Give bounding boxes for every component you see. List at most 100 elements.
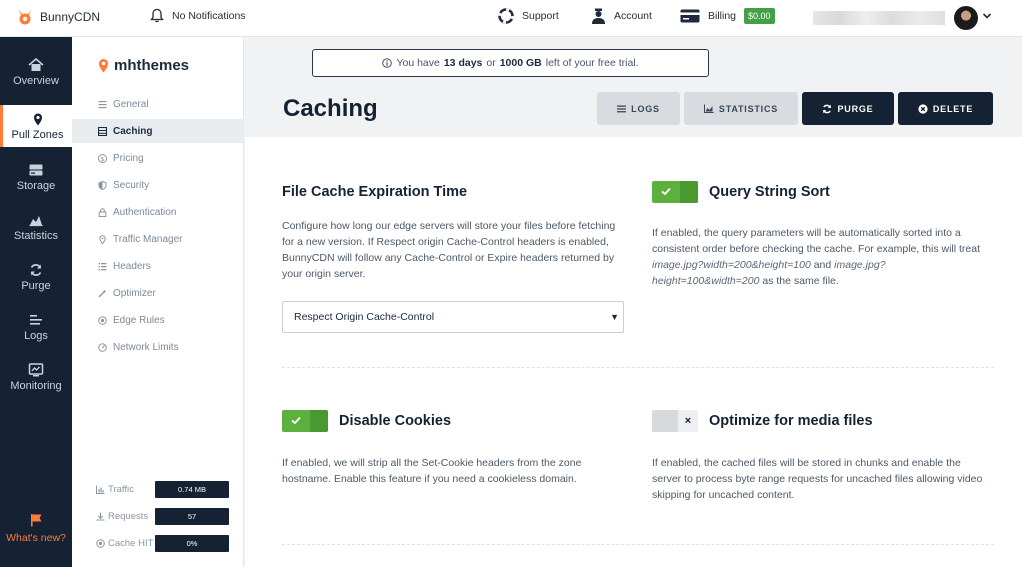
location-pin-icon bbox=[99, 59, 108, 73]
toggle-knob bbox=[310, 410, 328, 432]
expiration-select[interactable]: Respect Origin Cache-Control ▼ bbox=[282, 301, 624, 333]
user-name-redacted[interactable] bbox=[813, 11, 945, 25]
sidebar-item-monitoring[interactable]: Monitoring bbox=[0, 363, 72, 405]
list-icon bbox=[98, 100, 107, 108]
stat-requests-value: 57 bbox=[155, 507, 229, 525]
zone-link-traffic-manager[interactable]: Traffic Manager bbox=[72, 227, 244, 251]
zone-link-security[interactable]: Security bbox=[72, 173, 244, 197]
zone-title: mhthemes bbox=[98, 57, 189, 74]
whats-new-label: What's new? bbox=[6, 532, 66, 544]
trial-suffix: left of your free trial. bbox=[545, 57, 639, 69]
trial-banner: You have 13 days or 1000 GB left of your… bbox=[312, 49, 709, 77]
headers-icon bbox=[98, 262, 107, 270]
dollar-icon: $ bbox=[98, 153, 107, 163]
delete-button-label: DELETE bbox=[932, 103, 974, 114]
zone-link-pricing[interactable]: $ Pricing bbox=[72, 146, 244, 170]
zone-link-authentication[interactable]: Authentication bbox=[72, 200, 244, 224]
stat-cache-hit-label: Cache HIT bbox=[108, 537, 154, 549]
optimize-media-title: Optimize for media files bbox=[709, 413, 873, 429]
zone-link-label: Pricing bbox=[113, 152, 144, 164]
optimize-media-toggle[interactable]: × bbox=[652, 410, 698, 432]
sidebar-item-overview[interactable]: Overview bbox=[0, 58, 72, 100]
trial-days: 13 days bbox=[443, 57, 483, 69]
trial-or: or bbox=[486, 57, 496, 69]
section-divider bbox=[282, 544, 994, 545]
close-circle-icon bbox=[918, 103, 928, 114]
statistics-button-label: STATISTICS bbox=[718, 103, 779, 114]
sidebar-label-pull-zones: Pull Zones bbox=[11, 129, 64, 141]
sidebar-item-statistics[interactable]: Statistics bbox=[0, 213, 72, 255]
brand-logo[interactable]: BunnyCDN bbox=[16, 8, 100, 26]
zone-link-edge-rules[interactable]: Edge Rules bbox=[72, 308, 244, 332]
svg-text:$: $ bbox=[100, 155, 104, 163]
close-icon: × bbox=[678, 410, 698, 432]
download-icon bbox=[96, 512, 105, 520]
stat-traffic-value: 0.74 MB bbox=[155, 480, 229, 498]
disable-cookies-toggle[interactable] bbox=[282, 410, 328, 432]
billing-link[interactable]: Billing $0.00 bbox=[680, 8, 775, 24]
check-icon bbox=[661, 187, 671, 196]
caret-down-icon: ▼ bbox=[610, 312, 619, 322]
stat-traffic: Traffic 0.74 MB bbox=[96, 480, 236, 498]
stat-cache-hit-value: 0% bbox=[155, 534, 229, 552]
purge-button[interactable]: PURGE bbox=[802, 92, 894, 125]
purge-button-label: PURGE bbox=[837, 103, 874, 114]
expiration-title: File Cache Expiration Time bbox=[282, 184, 468, 200]
zone-link-label: Traffic Manager bbox=[113, 233, 183, 245]
sidebar-label-overview: Overview bbox=[13, 75, 59, 87]
sidebar-label-monitoring: Monitoring bbox=[10, 380, 62, 392]
zone-sidebar: mhthemes General Caching $ Pricing Secur… bbox=[72, 37, 244, 567]
query-sort-toggle[interactable] bbox=[652, 181, 698, 203]
expiration-selected: Respect Origin Cache-Control bbox=[294, 311, 435, 323]
account-link[interactable]: Account bbox=[591, 8, 652, 24]
section-divider bbox=[282, 367, 994, 368]
cache-icon bbox=[98, 126, 107, 136]
sidebar-item-storage[interactable]: Storage bbox=[0, 163, 72, 205]
optimize-media-description: If enabled, the cached files will be sto… bbox=[652, 457, 983, 501]
sidebar-label-purge: Purge bbox=[21, 280, 51, 292]
zone-link-caching[interactable]: Caching bbox=[72, 119, 244, 143]
stat-cache-hit: Cache HIT 0% bbox=[96, 534, 236, 552]
zone-link-label: Authentication bbox=[113, 206, 177, 218]
query-sort-and: and bbox=[813, 259, 832, 271]
zone-link-label: General bbox=[113, 98, 149, 110]
zone-link-optimizer[interactable]: Optimizer bbox=[72, 281, 244, 305]
statistics-button[interactable]: STATISTICS bbox=[684, 92, 798, 125]
list-icon bbox=[30, 315, 42, 325]
gauge-icon bbox=[98, 342, 107, 352]
sidebar-item-purge[interactable]: Purge bbox=[0, 263, 72, 305]
sidebar-label-statistics: Statistics bbox=[13, 230, 58, 242]
zone-link-general[interactable]: General bbox=[72, 92, 244, 116]
refresh-icon bbox=[30, 264, 42, 276]
zone-name: mhthemes bbox=[114, 57, 190, 74]
sidebar-item-pull-zones[interactable]: Pull Zones bbox=[0, 105, 72, 147]
billing-label: Billing bbox=[708, 10, 737, 22]
lifebuoy-icon bbox=[498, 8, 514, 24]
refresh-icon bbox=[823, 104, 832, 113]
bell-icon bbox=[150, 8, 164, 23]
support-link[interactable]: Support bbox=[498, 8, 559, 24]
sidebar-label-logs: Logs bbox=[24, 330, 48, 342]
zone-link-headers[interactable]: Headers bbox=[72, 254, 244, 278]
sidebar-label-storage: Storage bbox=[16, 180, 56, 192]
delete-button[interactable]: DELETE bbox=[898, 92, 993, 125]
query-sort-description: If enabled, the query parameters will be… bbox=[652, 225, 992, 289]
monitor-icon bbox=[28, 363, 44, 377]
whats-new-link[interactable]: What's new? bbox=[0, 513, 72, 544]
logs-button[interactable]: LOGS bbox=[597, 92, 680, 125]
home-icon bbox=[28, 58, 44, 71]
query-sort-desc-after: as the same file. bbox=[762, 275, 839, 287]
support-label: Support bbox=[522, 10, 559, 22]
zone-link-label: Network Limits bbox=[113, 341, 179, 353]
trial-prefix: You have bbox=[396, 57, 440, 69]
notifications[interactable]: No Notifications bbox=[150, 8, 246, 23]
check-icon bbox=[291, 416, 301, 425]
query-sort-desc-before: If enabled, the query parameters will be… bbox=[652, 227, 980, 255]
expiration-description: Configure how long our edge servers will… bbox=[282, 220, 616, 280]
info-icon bbox=[382, 58, 393, 68]
sidebar-item-logs[interactable]: Logs bbox=[0, 313, 72, 355]
zone-link-network-limits[interactable]: Network Limits bbox=[72, 335, 244, 359]
stat-requests: Requests 57 bbox=[96, 507, 236, 525]
chevron-down-icon[interactable] bbox=[982, 11, 992, 21]
avatar[interactable] bbox=[954, 6, 978, 30]
